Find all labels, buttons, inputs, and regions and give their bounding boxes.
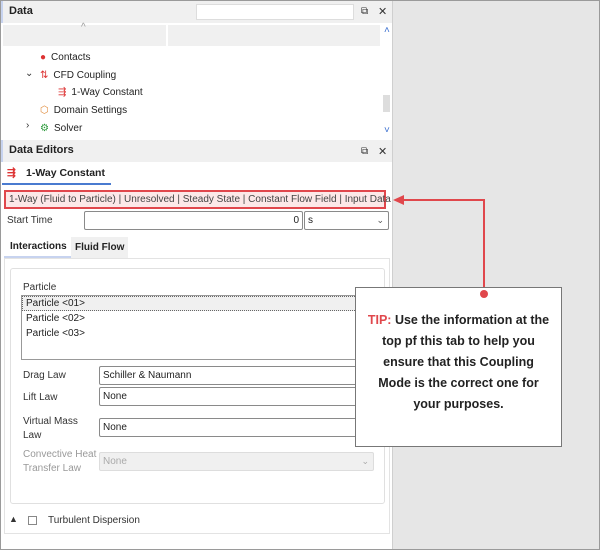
tip-dot	[480, 290, 488, 298]
arrow-dot	[480, 290, 488, 298]
